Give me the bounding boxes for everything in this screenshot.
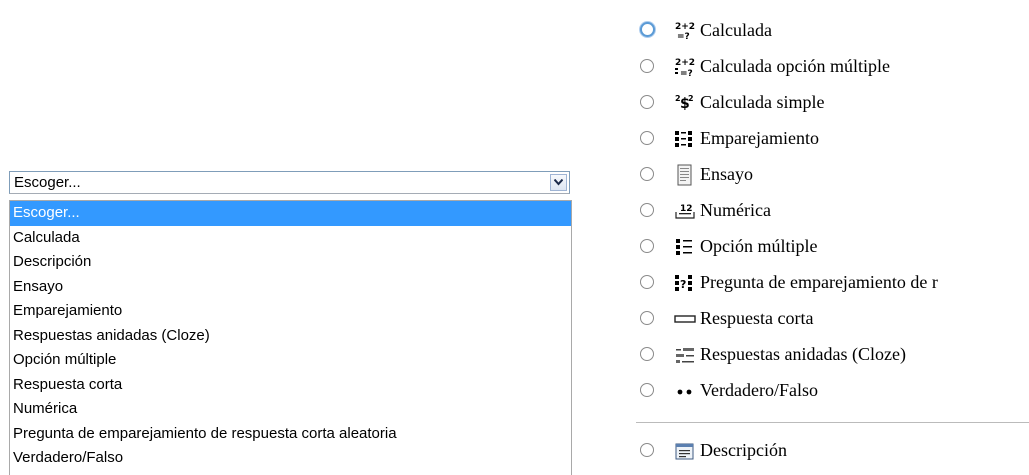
radio-row-emparejamiento[interactable]: Emparejamiento xyxy=(636,122,1029,158)
select-option[interactable]: Descripción xyxy=(10,250,571,275)
radio-button[interactable] xyxy=(640,59,654,73)
cloze-icon xyxy=(674,344,696,366)
radio-label: Ensayo xyxy=(700,164,753,184)
radio-label: Respuesta corta xyxy=(700,308,814,328)
radio-button[interactable] xyxy=(640,131,654,145)
radio-button[interactable] xyxy=(640,383,654,397)
true-false-icon xyxy=(674,380,696,402)
radio-label: Calculada simple xyxy=(700,92,825,112)
numerical-icon: 12 xyxy=(674,200,696,222)
select-option[interactable]: Ensayo xyxy=(10,275,571,300)
radio-row-descripcion[interactable]: Descripción xyxy=(636,434,1029,470)
select-option[interactable]: Escoger... xyxy=(10,201,571,226)
calculated-multichoice-icon: 2+2 =? xyxy=(674,56,696,79)
radio-button[interactable] xyxy=(640,275,654,289)
radio-button[interactable] xyxy=(640,347,654,361)
radio-button[interactable] xyxy=(640,311,654,325)
description-icon xyxy=(674,440,696,462)
calculated-icon: 2+2 =? xyxy=(674,20,696,42)
radio-row-respuestas-anidadas[interactable]: Respuestas anidadas (Cloze) xyxy=(636,338,1029,374)
radio-label: Verdadero/Falso xyxy=(700,380,818,400)
radio-row-verdadero-falso[interactable]: Verdadero/Falso xyxy=(636,374,1029,410)
radio-row-ensayo[interactable]: Ensayo xyxy=(636,158,1029,194)
radio-label: Emparejamiento xyxy=(700,128,819,148)
select-box[interactable]: Escoger... xyxy=(9,171,570,194)
select-option[interactable]: Pregunta de emparejamiento de respuesta … xyxy=(10,422,571,447)
radio-button[interactable] xyxy=(640,203,654,217)
select-current-value: Escoger... xyxy=(14,174,81,191)
radio-label: Pregunta de emparejamiento de r xyxy=(700,272,938,292)
random-matching-icon: ? xyxy=(674,272,696,294)
radio-row-calculada[interactable]: 2+2 =? Calculada xyxy=(636,14,1029,50)
svg-text:=?: =? xyxy=(680,69,693,78)
divider xyxy=(636,422,1029,423)
svg-text:2: 2 xyxy=(688,94,694,103)
svg-text:2+2: 2+2 xyxy=(675,58,695,68)
svg-text:=?: =? xyxy=(677,32,690,42)
radio-row-respuesta-corta[interactable]: Respuesta corta xyxy=(636,302,1029,338)
svg-text:2+2: 2+2 xyxy=(675,22,695,32)
radio-row-calculada-simple[interactable]: 2 $2 Calculada simple xyxy=(636,86,1029,122)
select-option[interactable]: Respuesta corta xyxy=(10,373,571,398)
radio-button[interactable] xyxy=(640,167,654,181)
radio-label: Calculada xyxy=(700,20,772,40)
radio-label: Respuestas anidadas (Cloze) xyxy=(700,344,906,364)
multichoice-icon xyxy=(674,236,696,258)
question-type-select[interactable]: Escoger... Escoger... Calculada Descripc… xyxy=(9,171,572,475)
svg-text:?: ? xyxy=(680,278,686,291)
radio-row-numerica[interactable]: 12 Numérica xyxy=(636,194,1029,230)
radio-label: Opción múltiple xyxy=(700,236,818,256)
essay-icon xyxy=(674,164,696,186)
select-option[interactable]: Numérica xyxy=(10,397,571,422)
select-option[interactable]: Emparejamiento xyxy=(10,299,571,324)
short-answer-icon xyxy=(674,308,696,330)
radio-row-pregunta-emparejamiento[interactable]: ? Pregunta de emparejamiento de r xyxy=(636,266,1029,302)
matching-icon xyxy=(674,128,696,150)
calculated-simple-icon: 2 $2 xyxy=(674,92,696,114)
svg-text:12: 12 xyxy=(680,204,693,214)
radio-label: Descripción xyxy=(700,440,787,460)
radio-button[interactable] xyxy=(640,443,654,457)
select-option[interactable]: Verdadero/Falso xyxy=(10,446,571,471)
select-option[interactable]: Respuestas anidadas (Cloze) xyxy=(10,324,571,349)
select-option[interactable]: Calculada xyxy=(10,226,571,251)
select-option[interactable]: Opción múltiple xyxy=(10,348,571,373)
radio-row-opcion-multiple[interactable]: Opción múltiple xyxy=(636,230,1029,266)
chevron-down-icon xyxy=(554,179,563,186)
radio-button[interactable] xyxy=(640,239,654,253)
radio-label: Calculada opción múltiple xyxy=(700,56,890,76)
radio-row-calculada-opcion-multiple[interactable]: 2+2 =? Calculada opción múltiple xyxy=(636,50,1029,86)
dropdown-arrow-button[interactable] xyxy=(550,174,567,191)
question-type-radio-list: 2+2 =? Calculada 2+2 =? Calculada opción m… xyxy=(636,14,1029,475)
radio-label: Numérica xyxy=(700,200,771,220)
radio-button[interactable] xyxy=(640,22,655,37)
select-options-list[interactable]: Escoger... Calculada Descripción Ensayo … xyxy=(9,200,572,475)
radio-button[interactable] xyxy=(640,95,654,109)
